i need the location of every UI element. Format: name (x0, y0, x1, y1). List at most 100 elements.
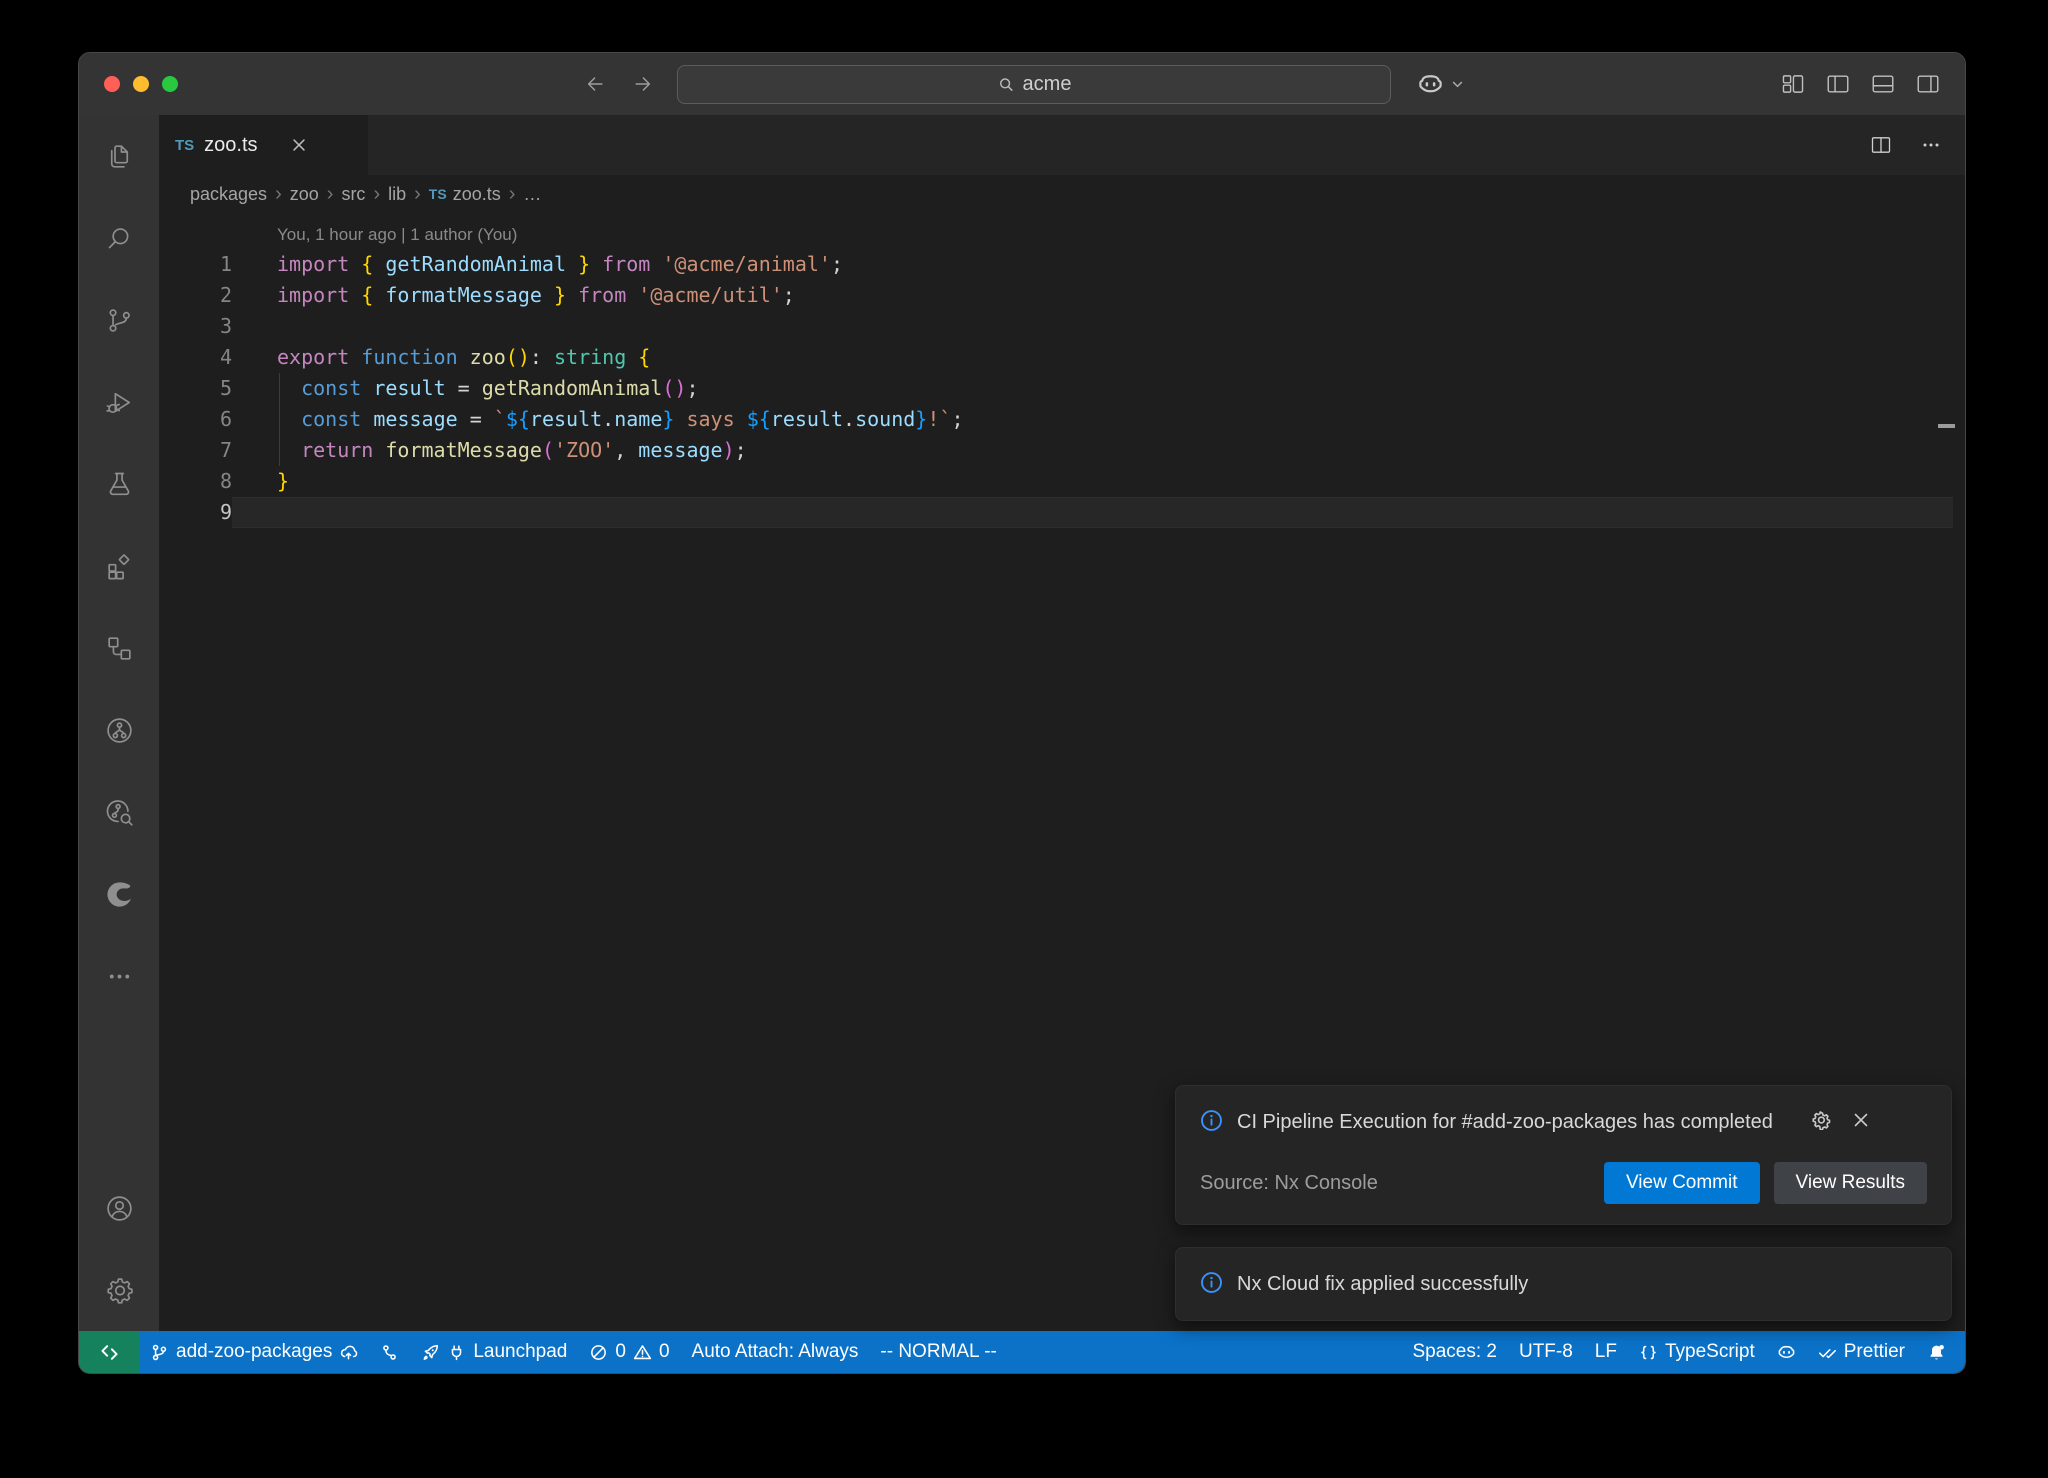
line-number: 7 (159, 435, 232, 466)
statusbar-auto-attach-label: Auto Attach: Always (692, 1341, 859, 1363)
breadcrumb-item-lib[interactable]: lib (388, 184, 406, 205)
statusbar-encoding[interactable]: UTF-8 (1508, 1331, 1584, 1373)
sidebar-item-testing[interactable] (79, 443, 159, 525)
line-content: return formatMessage('ZOO', message); (232, 435, 1953, 466)
close-tab-icon[interactable] (290, 136, 308, 154)
line-content (232, 311, 1953, 342)
sidebar-item-gitlens[interactable] (79, 689, 159, 771)
sidebar-item-additional-views[interactable] (79, 935, 159, 1017)
gitlens-inspect-icon (104, 797, 135, 828)
statusbar-language-mode[interactable]: TypeScript (1628, 1331, 1766, 1373)
gear-icon (104, 1275, 135, 1306)
sidebar-item-settings[interactable] (79, 1249, 159, 1331)
zoom-window-button[interactable] (162, 76, 178, 92)
overview-ruler-cursor-mark (1938, 424, 1955, 428)
account-icon (104, 1193, 135, 1224)
line-number: 8 (159, 466, 232, 497)
close-window-button[interactable] (104, 76, 120, 92)
statusbar-eol[interactable]: LF (1584, 1331, 1628, 1373)
status-bar: add-zoo-packages Launchpad00 Auto Attach: … (79, 1331, 1965, 1373)
breadcrumb-item-zoo-ts[interactable]: TSzoo.ts (429, 184, 501, 205)
view-commit-button[interactable]: View Commit (1604, 1162, 1760, 1204)
typescript-file-icon: TS (175, 137, 194, 154)
statusbar-remote-indicator[interactable] (79, 1331, 139, 1373)
sidebar-item-custom-view[interactable] (79, 607, 159, 689)
sidebar-item-accounts[interactable] (79, 1167, 159, 1249)
minimize-window-button[interactable] (133, 76, 149, 92)
statusbar-formatter-prettier-label: Prettier (1844, 1341, 1905, 1363)
source-control-icon (104, 305, 135, 336)
code-line-2[interactable]: 2import { formatMessage } from '@acme/ut… (159, 280, 1965, 311)
sidebar-item-source-control[interactable] (79, 279, 159, 361)
statusbar-auto-attach[interactable]: Auto Attach: Always (681, 1331, 870, 1373)
sidebar-item-explorer[interactable] (79, 115, 159, 197)
line-number: 6 (159, 404, 232, 435)
copilot-menu[interactable] (1417, 53, 1465, 115)
notification-message: CI Pipeline Execution for #add-zoo-packa… (1237, 1106, 1797, 1138)
titlebar: acme (79, 53, 1965, 115)
statusbar-git-branch[interactable]: add-zoo-packages (139, 1331, 369, 1373)
toggle-panel-button[interactable] (1870, 71, 1896, 97)
command-center-search[interactable]: acme (677, 65, 1391, 104)
plug-icon (447, 1343, 466, 1362)
code-line-9[interactable]: 9 (159, 497, 1965, 528)
breadcrumb-item-packages[interactable]: packages (190, 184, 267, 205)
status-bar-right: Spaces: 2 UTF-8 LFTypeScript Prettier (1401, 1331, 1965, 1373)
code-line-4[interactable]: 4export function zoo(): string { (159, 342, 1965, 373)
split-editor-icon[interactable] (1869, 133, 1893, 157)
statusbar-launchpad[interactable]: Launchpad (410, 1331, 578, 1373)
sidebar-item-extensions[interactable] (79, 525, 159, 607)
warning-triangle-icon (633, 1343, 652, 1362)
traffic-lights (104, 53, 178, 115)
line-content: const message = `${result.name} says ${r… (232, 404, 1953, 435)
remote-icon (99, 1342, 120, 1363)
sidebar-item-run-and-debug[interactable] (79, 361, 159, 443)
code-line-6[interactable]: 6 const message = `${result.name} says $… (159, 404, 1965, 435)
statusbar-indentation-label: Spaces: 2 (1412, 1341, 1497, 1363)
gitlens-icon (104, 715, 135, 746)
statusbar-source-control-graph[interactable] (369, 1331, 410, 1373)
sidebar-item-search[interactable] (79, 197, 159, 279)
vscode-window: acme TS zoo.ts (78, 52, 1966, 1374)
view-results-button[interactable]: View Results (1774, 1162, 1927, 1204)
code-line-7[interactable]: 7 return formatMessage('ZOO', message); (159, 435, 1965, 466)
more-icon (104, 961, 135, 992)
toggle-primary-sidebar-button[interactable] (1825, 71, 1851, 97)
notification-source: Source: Nx Console (1200, 1172, 1604, 1195)
breadcrumb: packages›zoo›src›lib›TSzoo.ts›… (159, 175, 1965, 213)
more-actions-icon[interactable] (1919, 133, 1943, 157)
statusbar-indentation[interactable]: Spaces: 2 (1401, 1331, 1508, 1373)
sidebar-item-gitlens-inspect[interactable] (79, 771, 159, 853)
statusbar-problems[interactable]: 00 (578, 1331, 680, 1373)
breadcrumb-item--[interactable]: … (523, 184, 541, 205)
statusbar-notifications-bell[interactable] (1916, 1331, 1957, 1373)
statusbar-vim-mode[interactable]: -- NORMAL -- (869, 1331, 1007, 1373)
statusbar-copilot-status[interactable] (1766, 1331, 1807, 1373)
line-number: 5 (159, 373, 232, 404)
tab-label: zoo.ts (204, 134, 257, 157)
close-icon[interactable] (1851, 1110, 1871, 1130)
gear-icon[interactable] (1811, 1110, 1831, 1130)
code-line-1[interactable]: 1import { getRandomAnimal } from '@acme/… (159, 249, 1965, 280)
code-line-3[interactable]: 3 (159, 311, 1965, 342)
customize-layout-button[interactable] (1780, 71, 1806, 97)
line-content: } (232, 466, 1953, 497)
back-arrow-icon[interactable] (584, 73, 606, 95)
statusbar-formatter-prettier[interactable]: Prettier (1807, 1331, 1916, 1373)
forward-arrow-icon[interactable] (632, 73, 654, 95)
statusbar-encoding-label: UTF-8 (1519, 1341, 1573, 1363)
activity-bar-top (79, 115, 159, 1017)
copilot-icon (1777, 1343, 1796, 1362)
sidebar-item-edge-tools[interactable] (79, 853, 159, 935)
code-line-5[interactable]: 5 const result = getRandomAnimal(); (159, 373, 1965, 404)
toggle-secondary-sidebar-button[interactable] (1915, 71, 1941, 97)
line-content: import { formatMessage } from '@acme/uti… (232, 280, 1953, 311)
debug-icon (104, 387, 135, 418)
breadcrumb-item-src[interactable]: src (341, 184, 365, 205)
tab-zoo-ts[interactable]: TS zoo.ts (159, 115, 368, 175)
breadcrumb-separator-icon: › (327, 183, 334, 206)
code-line-8[interactable]: 8} (159, 466, 1965, 497)
breadcrumb-item-zoo[interactable]: zoo (290, 184, 319, 205)
git-blame-annotation: You, 1 hour ago | 1 author (You) (277, 221, 517, 249)
files-icon (104, 141, 135, 172)
